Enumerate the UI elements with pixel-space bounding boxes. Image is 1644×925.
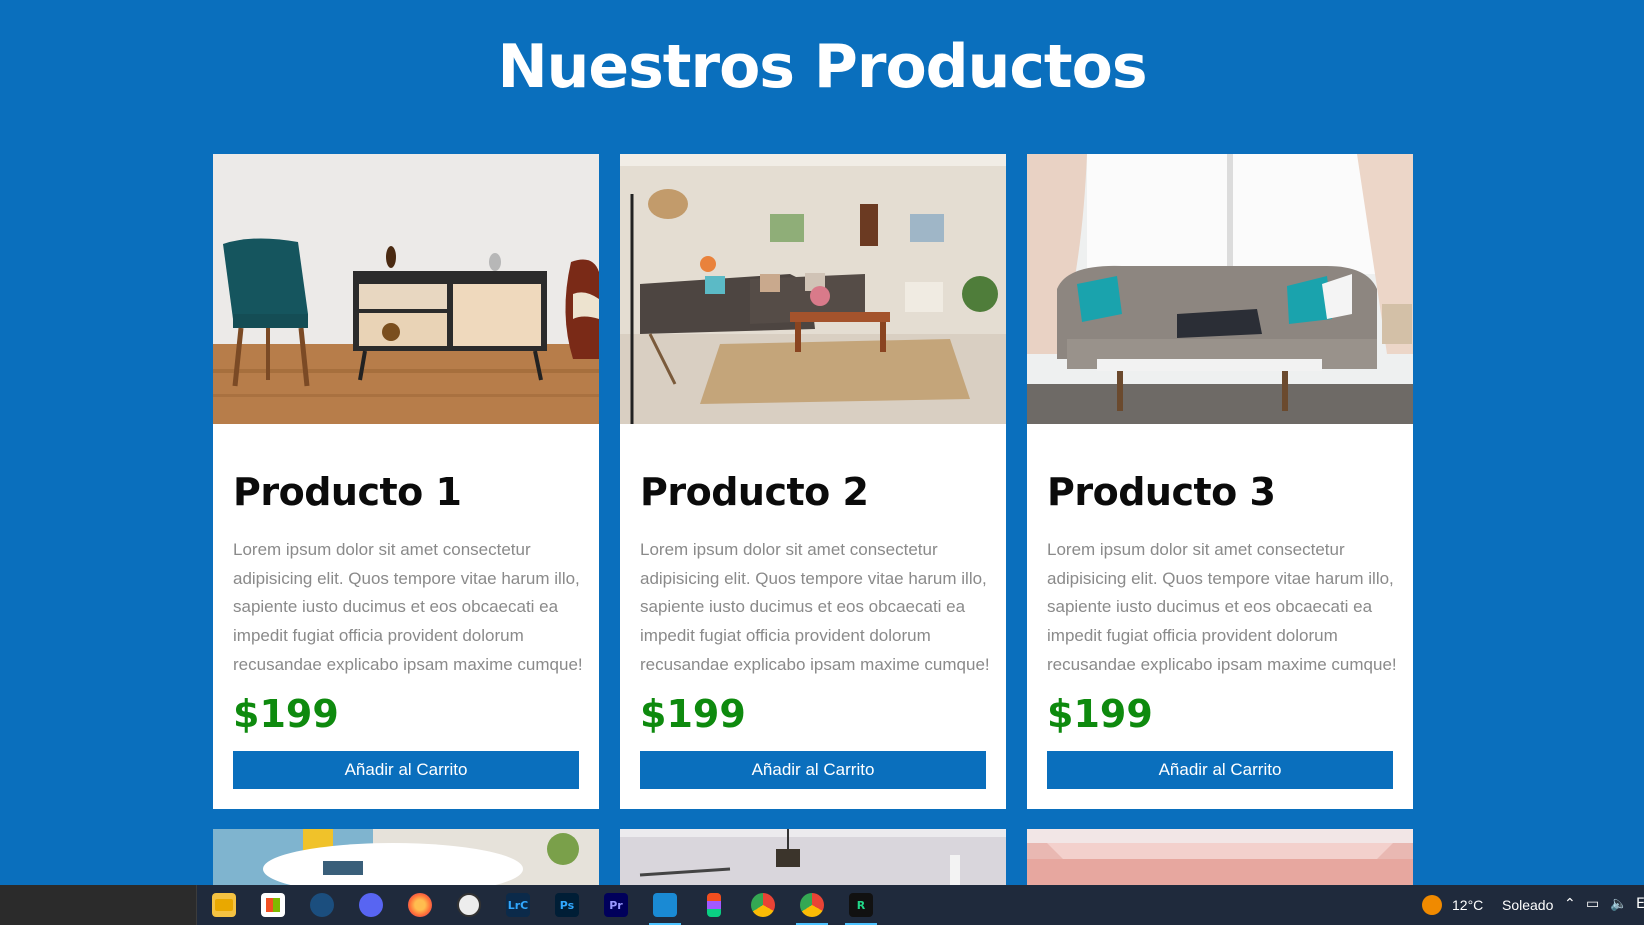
page-title: Nuestros Productos [497, 32, 1147, 102]
product-description: Lorem ipsum dolor sit amet consectetur a… [1047, 540, 1397, 674]
clock-app-icon[interactable] [445, 885, 493, 925]
taskbar-search-area[interactable] [0, 885, 197, 925]
product-image-5 [620, 829, 1006, 885]
add-to-cart-button[interactable]: Añadir al Carrito [1047, 751, 1393, 789]
microsoft-store-icon[interactable] [249, 885, 297, 925]
network-icon[interactable]: ▭ [1586, 896, 1599, 912]
weather-temperature[interactable]: 12°C [1452, 897, 1483, 913]
chrome-icon[interactable] [739, 885, 787, 925]
vscode-icon[interactable] [641, 885, 689, 925]
product-card-4 [213, 829, 599, 885]
product-card-6 [1027, 829, 1413, 885]
product-image-2 [620, 154, 1006, 424]
product-price: $199 [233, 692, 339, 736]
product-image-1 [213, 154, 599, 424]
product-title: Producto 2 [640, 470, 869, 514]
product-card-3: Producto 3 Lorem ipsum dolor sit amet co… [1027, 154, 1413, 809]
product-card-2: Producto 2 Lorem ipsum dolor sit amet co… [620, 154, 1006, 809]
product-card-1: Producto 1 Lorem ipsum dolor sit amet co… [213, 154, 599, 809]
product-image-4 [213, 829, 599, 885]
rider-icon[interactable]: R [837, 885, 885, 925]
language-indicator[interactable]: E [1636, 896, 1644, 912]
photoshop-icon[interactable]: Ps [543, 885, 591, 925]
product-title: Producto 3 [1047, 470, 1276, 514]
volume-icon[interactable]: 🔈 [1610, 896, 1627, 912]
product-description: Lorem ipsum dolor sit amet consectetur a… [640, 540, 990, 674]
product-description: Lorem ipsum dolor sit amet consectetur a… [233, 540, 583, 674]
product-title: Producto 1 [233, 470, 462, 514]
product-image-6 [1027, 829, 1413, 885]
premiere-icon[interactable]: Pr [592, 885, 640, 925]
firefox-icon[interactable] [396, 885, 444, 925]
file-explorer-icon[interactable] [200, 885, 248, 925]
product-price: $199 [1047, 692, 1153, 736]
product-price: $199 [640, 692, 746, 736]
add-to-cart-button[interactable]: Añadir al Carrito [233, 751, 579, 789]
chrome-profile-icon[interactable] [788, 885, 836, 925]
weather-condition[interactable]: Soleado [1502, 897, 1553, 913]
product-card-5 [620, 829, 1006, 885]
taskbar: LrC Ps Pr R [0, 885, 1644, 925]
discord-icon[interactable] [347, 885, 395, 925]
tray-overflow-icon[interactable]: ⌃ [1564, 896, 1576, 912]
figma-icon[interactable] [690, 885, 738, 925]
weather-icon[interactable] [1422, 895, 1442, 915]
steam-icon[interactable] [298, 885, 346, 925]
lightroom-classic-icon[interactable]: LrC [494, 885, 542, 925]
add-to-cart-button[interactable]: Añadir al Carrito [640, 751, 986, 789]
product-image-3 [1027, 154, 1413, 424]
